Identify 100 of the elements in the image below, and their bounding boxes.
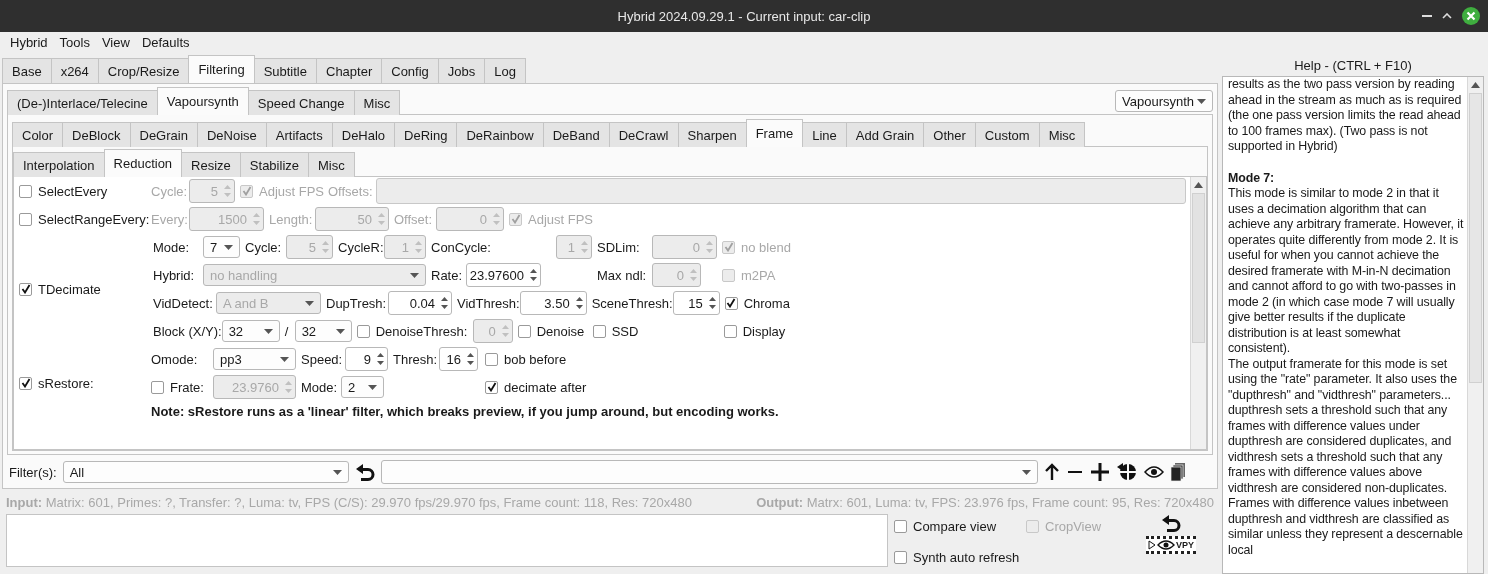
spin-arrows-icon[interactable] <box>574 295 584 311</box>
tab[interactable]: DeRainbow <box>456 122 544 147</box>
spin-box[interactable]: 3.50 <box>519 291 587 315</box>
up-arrow-icon[interactable] <box>1043 463 1060 481</box>
checkbox[interactable] <box>485 352 498 366</box>
checkbox-label[interactable]: Compare view <box>913 519 997 535</box>
spin-box[interactable]: 23.97600 <box>466 263 541 287</box>
tab[interactable]: DeHalo <box>331 122 396 147</box>
dropdown[interactable]: 32 <box>294 320 352 342</box>
spin-arrows-icon[interactable] <box>376 351 385 367</box>
pages-icon[interactable] <box>1169 462 1186 482</box>
checkbox[interactable] <box>151 380 164 394</box>
tab[interactable]: Add Grain <box>845 122 925 147</box>
menu-item[interactable]: Defaults <box>135 35 196 50</box>
tab[interactable]: Misc <box>1038 122 1086 147</box>
checkbox[interactable] <box>19 212 32 226</box>
dropdown[interactable]: 32 <box>221 320 280 342</box>
circle-arrow-icon[interactable] <box>1115 462 1138 482</box>
dropdown[interactable]: 2 <box>341 376 384 398</box>
tab[interactable]: Log <box>484 58 526 83</box>
eye-icon[interactable] <box>1143 465 1164 479</box>
spin-box[interactable]: 16 <box>439 347 478 371</box>
scroll-up-arrow-icon[interactable] <box>1471 82 1480 88</box>
spin-arrows-icon[interactable] <box>466 351 475 367</box>
checkbox-label[interactable]: SelectRangeEvery: <box>38 211 150 227</box>
checkbox-label[interactable]: Frate: <box>170 379 204 395</box>
dropdown[interactable] <box>380 460 1038 484</box>
menu-item[interactable]: Hybrid <box>4 35 54 50</box>
tab[interactable]: Artifacts <box>265 122 333 147</box>
checkbox[interactable] <box>19 282 32 296</box>
tab[interactable]: DeGrain <box>129 122 198 147</box>
dropdown[interactable]: All <box>62 461 349 483</box>
tab[interactable]: DeBand <box>542 122 610 147</box>
tab[interactable]: Crop/Resize <box>97 58 190 83</box>
checkbox-label[interactable]: SelectEvery <box>38 183 108 199</box>
tab[interactable]: Vapoursynth <box>156 87 249 115</box>
checkbox-label[interactable]: bob before <box>504 351 567 367</box>
spin-arrows-icon[interactable] <box>529 267 538 283</box>
spin-box[interactable]: 15 <box>672 291 720 315</box>
tab[interactable]: Custom <box>974 122 1040 147</box>
checkbox[interactable] <box>517 324 531 338</box>
preview-button[interactable]: VPY <box>1146 536 1196 554</box>
tab[interactable]: Other <box>923 122 976 147</box>
checkbox-label[interactable]: SSD <box>611 323 639 339</box>
dropdown[interactable]: Vapoursynth <box>1115 90 1213 112</box>
tab[interactable]: x264 <box>50 58 99 83</box>
tab[interactable]: Sharpen <box>677 122 747 147</box>
checkbox-label[interactable]: DenoiseThresh: <box>375 323 468 339</box>
checkbox[interactable] <box>356 324 370 338</box>
tab[interactable]: Jobs <box>437 58 486 83</box>
menu-item[interactable]: Tools <box>53 35 96 50</box>
checkbox-label[interactable]: TDecimate <box>38 281 101 297</box>
checkbox-label[interactable]: sRestore: <box>38 375 94 391</box>
checkbox[interactable] <box>723 324 737 338</box>
checkbox-label[interactable]: Denoise <box>536 323 585 339</box>
tab[interactable]: Reduction <box>103 149 183 177</box>
checkbox[interactable] <box>894 550 907 564</box>
scrollbar[interactable] <box>1467 77 1483 573</box>
tab[interactable]: DeRing <box>394 122 458 147</box>
checkbox-label[interactable]: Synth auto refresh <box>913 549 1020 565</box>
checkbox-label[interactable]: decimate after <box>504 379 587 395</box>
tab[interactable]: DeNoise <box>196 122 267 147</box>
checkbox[interactable] <box>485 380 498 394</box>
plus-icon[interactable] <box>1089 462 1110 482</box>
scroll-up-arrow-icon[interactable] <box>1194 182 1203 188</box>
dropdown[interactable]: 7 <box>203 236 240 258</box>
tab[interactable]: (De-)Interlace/Telecine <box>7 90 158 115</box>
tab[interactable]: Subtitle <box>253 58 317 83</box>
checkbox[interactable] <box>19 376 32 390</box>
tab[interactable]: DeBlock <box>62 122 131 147</box>
checkbox[interactable] <box>19 184 32 198</box>
tab[interactable]: Interpolation <box>13 152 105 177</box>
checkbox-label[interactable]: Display <box>742 323 786 339</box>
log-area[interactable] <box>6 514 888 567</box>
tab[interactable]: Filtering <box>188 55 255 83</box>
spin-arrows-icon[interactable] <box>440 295 449 311</box>
tab[interactable]: Misc <box>353 90 401 115</box>
undo-icon[interactable] <box>1161 514 1181 532</box>
close-icon[interactable] <box>1462 7 1480 25</box>
tab[interactable]: Color <box>12 122 64 147</box>
tab[interactable]: Misc <box>308 152 355 177</box>
dropdown[interactable]: pp3 <box>213 348 296 370</box>
tab[interactable]: Stabilize <box>239 152 309 177</box>
checkbox[interactable] <box>894 520 907 534</box>
tab[interactable]: Base <box>2 58 52 83</box>
tab[interactable]: DeCrawl <box>608 122 679 147</box>
tab[interactable]: Chapter <box>316 58 383 83</box>
checkbox[interactable] <box>724 296 738 310</box>
checkbox[interactable] <box>592 324 606 338</box>
undo-icon[interactable] <box>354 463 375 481</box>
spin-box[interactable]: 9 <box>345 347 388 371</box>
tab[interactable]: Speed Change <box>247 90 355 115</box>
maximize-icon[interactable] <box>1442 13 1452 19</box>
scrollbar[interactable] <box>1190 177 1206 449</box>
tab[interactable]: Frame <box>745 119 804 147</box>
tab[interactable]: Resize <box>181 152 241 177</box>
menu-item[interactable]: View <box>95 35 136 50</box>
spin-box[interactable]: 0.04 <box>388 291 452 315</box>
tab[interactable]: Config <box>381 58 439 83</box>
checkbox-label[interactable]: Chroma <box>743 295 790 311</box>
